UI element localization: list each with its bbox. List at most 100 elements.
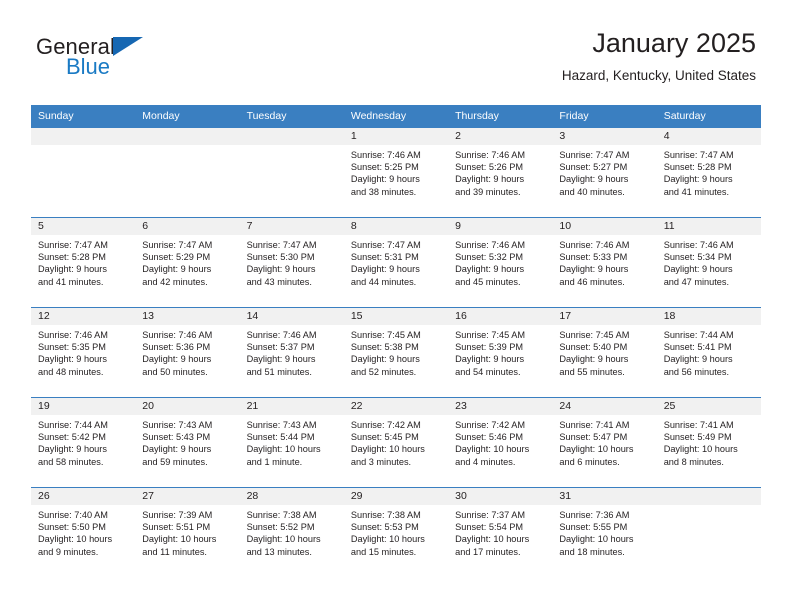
sunrise-text: Sunrise: 7:47 AM bbox=[350, 240, 421, 250]
daylight-text-line1: Daylight: 9 hours bbox=[455, 264, 525, 275]
calendar-day-cell[interactable]: 15 Sunrise: 7:45 AM Sunset: 5:38 PM Dayligh… bbox=[343, 307, 449, 398]
calendar-day-cell[interactable]: 28 Sunrise: 7:38 AM Sunset: 5:52 PM Dayligh… bbox=[239, 487, 344, 578]
day-number: 3 bbox=[552, 128, 657, 145]
day-number: 21 bbox=[239, 398, 344, 415]
brand-logo-blue-text: Blue bbox=[66, 54, 111, 79]
day-details: Sunrise: 7:38 AM Sunset: 5:52 PM Daylight:… bbox=[240, 505, 344, 558]
daylight-text-line2: and 38 minutes. bbox=[350, 186, 417, 197]
day-number: 17 bbox=[552, 308, 657, 325]
calendar-day-cell[interactable]: 21 Sunrise: 7:43 AM Sunset: 5:44 PM Dayligh… bbox=[239, 397, 344, 488]
day-details: Sunrise: 7:41 AM Sunset: 5:49 PM Daylight:… bbox=[657, 415, 761, 468]
daylight-text-line2: and 48 minutes. bbox=[38, 366, 104, 377]
calendar-day-cell[interactable]: 30 Sunrise: 7:37 AM Sunset: 5:54 PM Dayligh… bbox=[448, 487, 553, 578]
sunset-text: Sunset: 5:36 PM bbox=[142, 342, 211, 353]
day-details: Sunrise: 7:46 AM Sunset: 5:37 PM Daylight:… bbox=[240, 325, 344, 378]
daylight-text-line2: and 50 minutes. bbox=[142, 366, 208, 377]
weekday-header-saturday: Saturday bbox=[656, 105, 761, 128]
day-details: Sunrise: 7:46 AM Sunset: 5:36 PM Daylight:… bbox=[135, 325, 239, 378]
calendar-day-cell[interactable]: 1 Sunrise: 7:46 AM Sunset: 5:25 PM Daylight… bbox=[343, 127, 449, 218]
day-number: 20 bbox=[135, 398, 240, 415]
calendar-day-cell[interactable]: 2 Sunrise: 7:46 AM Sunset: 5:26 PM Daylight… bbox=[448, 127, 553, 218]
day-number: 6 bbox=[135, 218, 240, 235]
calendar-day-cell[interactable]: 16 Sunrise: 7:45 AM Sunset: 5:39 PM Dayligh… bbox=[448, 307, 553, 398]
sunset-text: Sunset: 5:51 PM bbox=[142, 522, 211, 533]
daylight-text-line1: Daylight: 9 hours bbox=[142, 444, 212, 455]
calendar-day-cell[interactable]: 11 Sunrise: 7:46 AM Sunset: 5:34 PM Dayligh… bbox=[656, 217, 761, 308]
daylight-text-line2: and 18 minutes. bbox=[559, 546, 625, 557]
calendar-day-cell[interactable]: 12 Sunrise: 7:46 AM Sunset: 5:35 PM Dayligh… bbox=[31, 307, 136, 398]
day-number: 7 bbox=[239, 218, 344, 235]
calendar-day-cell[interactable]: 31 Sunrise: 7:36 AM Sunset: 5:55 PM Dayligh… bbox=[552, 487, 657, 578]
calendar-day-cell[interactable]: 13 Sunrise: 7:46 AM Sunset: 5:36 PM Dayligh… bbox=[135, 307, 240, 398]
calendar-day-cell[interactable]: 19 Sunrise: 7:44 AM Sunset: 5:42 PM Dayligh… bbox=[31, 397, 136, 488]
daylight-text-line1: Daylight: 9 hours bbox=[663, 174, 733, 185]
brand-logo-general-text: General bbox=[36, 34, 115, 59]
sunset-text: Sunset: 5:27 PM bbox=[559, 162, 628, 173]
calendar-day-cell[interactable]: 26 Sunrise: 7:40 AM Sunset: 5:50 PM Dayligh… bbox=[31, 487, 136, 578]
calendar-day-cell[interactable]: 10 Sunrise: 7:46 AM Sunset: 5:33 PM Dayligh… bbox=[552, 217, 657, 308]
daylight-text-line2: and 52 minutes. bbox=[350, 366, 417, 377]
calendar-day-cell[interactable]: 22 Sunrise: 7:42 AM Sunset: 5:45 PM Dayligh… bbox=[343, 397, 449, 488]
calendar-header-row-group: Sunday Monday Tuesday Wednesday Thursday… bbox=[31, 105, 761, 128]
calendar-day-cell[interactable]: 20 Sunrise: 7:43 AM Sunset: 5:43 PM Dayligh… bbox=[135, 397, 240, 488]
day-details: Sunrise: 7:43 AM Sunset: 5:44 PM Daylight:… bbox=[240, 415, 344, 468]
sunrise-text: Sunrise: 7:46 AM bbox=[246, 330, 317, 340]
day-details: Sunrise: 7:45 AM Sunset: 5:39 PM Daylight:… bbox=[448, 325, 552, 378]
calendar-day-cell[interactable]: 9 Sunrise: 7:46 AM Sunset: 5:32 PM Daylight… bbox=[448, 217, 553, 308]
weekday-header-monday: Monday bbox=[135, 105, 240, 128]
sunrise-text: Sunrise: 7:38 AM bbox=[246, 510, 317, 520]
sunset-text: Sunset: 5:43 PM bbox=[142, 432, 211, 443]
sunset-text: Sunset: 5:49 PM bbox=[663, 432, 732, 443]
day-number: 27 bbox=[135, 488, 240, 505]
weekday-header-sunday: Sunday bbox=[31, 105, 136, 128]
daylight-text-line2: and 55 minutes. bbox=[559, 366, 625, 377]
sunset-text: Sunset: 5:40 PM bbox=[559, 342, 628, 353]
calendar-day-cell[interactable]: 4 Sunrise: 7:47 AM Sunset: 5:28 PM Daylight… bbox=[656, 127, 761, 218]
day-details: Sunrise: 7:37 AM Sunset: 5:54 PM Daylight:… bbox=[448, 505, 552, 558]
daylight-text-line2: and 40 minutes. bbox=[559, 186, 625, 197]
day-number bbox=[135, 128, 240, 145]
day-number: 12 bbox=[31, 308, 136, 325]
sunset-text: Sunset: 5:32 PM bbox=[455, 252, 524, 263]
calendar-day-cell[interactable]: 24 Sunrise: 7:41 AM Sunset: 5:47 PM Dayligh… bbox=[552, 397, 657, 488]
sunset-text: Sunset: 5:53 PM bbox=[350, 522, 419, 533]
day-details: Sunrise: 7:44 AM Sunset: 5:41 PM Daylight:… bbox=[657, 325, 761, 378]
calendar-day-cell[interactable]: 27 Sunrise: 7:39 AM Sunset: 5:51 PM Dayligh… bbox=[135, 487, 240, 578]
sunrise-text: Sunrise: 7:43 AM bbox=[142, 420, 213, 430]
day-details: Sunrise: 7:47 AM Sunset: 5:28 PM Daylight:… bbox=[31, 235, 135, 288]
calendar-table: Sunday Monday Tuesday Wednesday Thursday… bbox=[31, 105, 761, 578]
calendar-day-cell[interactable]: 3 Sunrise: 7:47 AM Sunset: 5:27 PM Daylight… bbox=[552, 127, 657, 218]
sunrise-text: Sunrise: 7:46 AM bbox=[142, 330, 213, 340]
brand-logo[interactable]: General Blue bbox=[36, 36, 143, 78]
calendar-day-cell[interactable]: 8 Sunrise: 7:47 AM Sunset: 5:31 PM Daylight… bbox=[343, 217, 449, 308]
calendar-day-cell[interactable]: 23 Sunrise: 7:42 AM Sunset: 5:46 PM Dayligh… bbox=[448, 397, 553, 488]
calendar-day-cell[interactable]: 14 Sunrise: 7:46 AM Sunset: 5:37 PM Dayligh… bbox=[239, 307, 344, 398]
calendar-day-cell[interactable]: 17 Sunrise: 7:45 AM Sunset: 5:40 PM Dayligh… bbox=[552, 307, 657, 398]
day-details: Sunrise: 7:46 AM Sunset: 5:26 PM Daylight:… bbox=[448, 145, 552, 198]
day-details: Sunrise: 7:47 AM Sunset: 5:29 PM Daylight:… bbox=[135, 235, 239, 288]
weekday-header-friday: Friday bbox=[552, 105, 657, 128]
daylight-text-line2: and 11 minutes. bbox=[142, 546, 207, 557]
calendar-page: General Blue January 2025 Hazard, Kentuc… bbox=[0, 0, 792, 612]
day-number: 11 bbox=[656, 218, 761, 235]
daylight-text-line1: Daylight: 9 hours bbox=[350, 354, 420, 365]
calendar-day-cell[interactable]: 25 Sunrise: 7:41 AM Sunset: 5:49 PM Dayligh… bbox=[656, 397, 761, 488]
calendar-day-cell[interactable]: 18 Sunrise: 7:44 AM Sunset: 5:41 PM Dayligh… bbox=[656, 307, 761, 398]
calendar-day-cell-empty bbox=[135, 127, 240, 218]
calendar-day-cell[interactable]: 6 Sunrise: 7:47 AM Sunset: 5:29 PM Daylight… bbox=[135, 217, 240, 308]
calendar-week-row: 12 Sunrise: 7:46 AM Sunset: 5:35 PM Dayligh… bbox=[31, 307, 761, 398]
daylight-text-line2: and 45 minutes. bbox=[455, 276, 521, 287]
daylight-text-line2: and 1 minute. bbox=[246, 456, 303, 467]
day-details: Sunrise: 7:40 AM Sunset: 5:50 PM Daylight:… bbox=[31, 505, 135, 558]
daylight-text-line2: and 47 minutes. bbox=[663, 276, 730, 287]
daylight-text-line2: and 17 minutes. bbox=[455, 546, 521, 557]
day-number: 19 bbox=[31, 398, 136, 415]
page-subtitle: Hazard, Kentucky, United States bbox=[561, 68, 756, 84]
calendar-day-cell[interactable]: 7 Sunrise: 7:47 AM Sunset: 5:30 PM Daylight… bbox=[239, 217, 344, 308]
calendar-day-cell-empty bbox=[31, 127, 136, 218]
daylight-text-line1: Daylight: 9 hours bbox=[663, 354, 733, 365]
calendar-day-cell[interactable]: 29 Sunrise: 7:38 AM Sunset: 5:53 PM Dayligh… bbox=[343, 487, 449, 578]
day-details: Sunrise: 7:46 AM Sunset: 5:33 PM Daylight:… bbox=[552, 235, 656, 288]
calendar-day-cell[interactable]: 5 Sunrise: 7:47 AM Sunset: 5:28 PM Daylight… bbox=[31, 217, 136, 308]
day-details: Sunrise: 7:46 AM Sunset: 5:35 PM Daylight:… bbox=[31, 325, 135, 378]
